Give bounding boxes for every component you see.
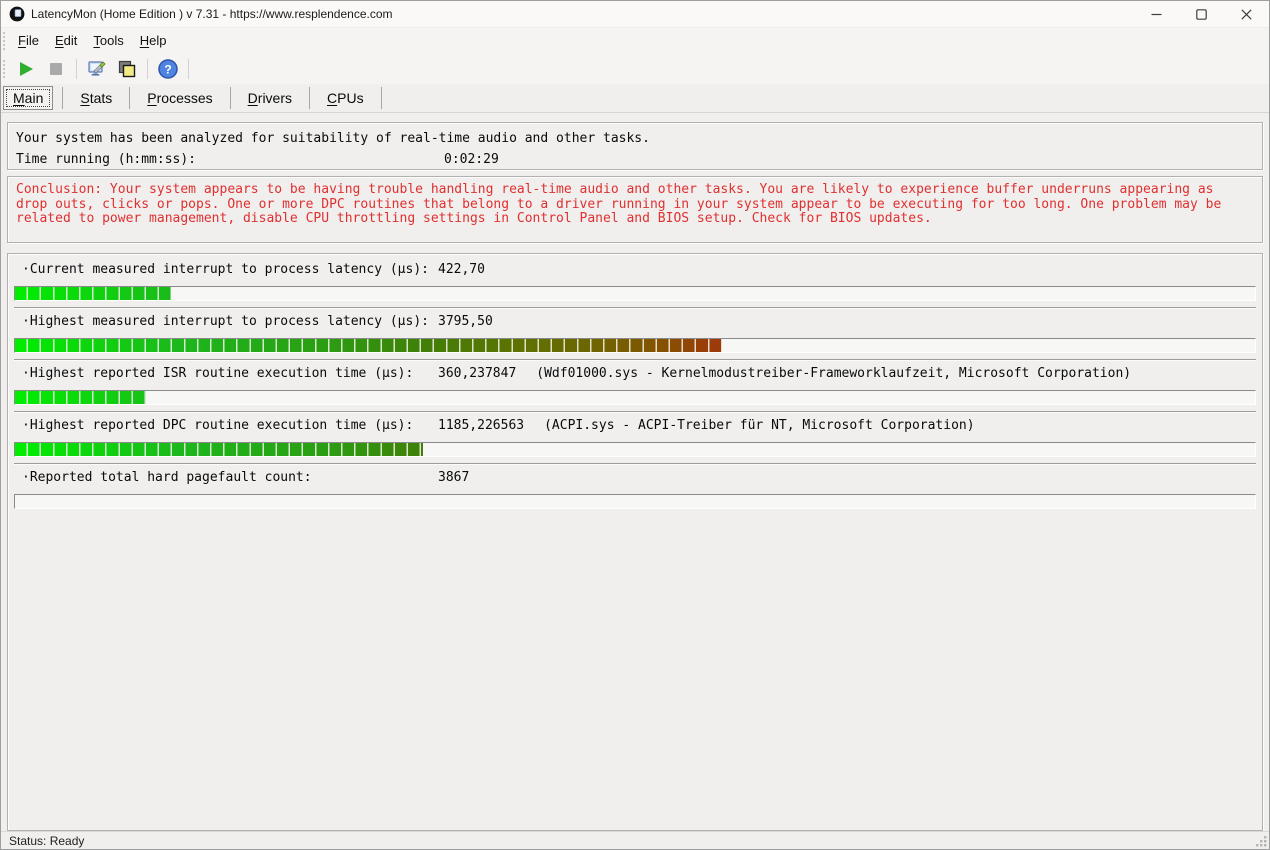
copy-report-button[interactable]: [114, 56, 140, 82]
tab-processes[interactable]: Processes: [135, 87, 224, 109]
tab-cpus[interactable]: CPUs: [315, 87, 376, 109]
meter-row-label: ·Highest reported DPC routine execution …: [14, 419, 1256, 433]
pagefault-count-bar: [14, 494, 1256, 509]
isr-time-value: 360,237847(Wdf01000.sys - Kernelmodustre…: [438, 367, 1131, 381]
menu-bar: File Edit Tools Help: [1, 27, 1269, 53]
title-bar: LatencyMon (Home Edition ) v 7.31 - http…: [1, 1, 1269, 27]
meter-row-label: ·Highest reported ISR routine execution …: [14, 367, 1256, 381]
highest-latency-bar: [14, 338, 1256, 353]
conclusion-text-line: Conclusion: Your system appears to be ha…: [16, 183, 1254, 198]
current-latency-label: ·Current measured interrupt to process l…: [22, 262, 429, 277]
options-icon: [86, 58, 108, 80]
highest-latency-value: 3795,50: [438, 315, 513, 329]
highest-latency-label: ·Highest measured interrupt to process l…: [22, 314, 429, 329]
toolbar: ?: [1, 53, 1269, 84]
meters-box: ·Current measured interrupt to process l…: [7, 253, 1263, 831]
app-icon: [9, 6, 25, 22]
analysis-info-box: Your system has been analyzed for suitab…: [7, 122, 1263, 170]
tab-separator: [230, 87, 231, 109]
play-icon: [20, 62, 33, 76]
current-latency-bar: [14, 286, 1256, 301]
stop-monitor-button[interactable]: [43, 56, 69, 82]
pagefault-count-value: 3867: [438, 471, 489, 485]
meter-row-label: ·Reported total hard pagefault count: 38…: [14, 471, 1256, 485]
minimize-button[interactable]: [1134, 1, 1179, 27]
meter-row-label: ·Highest measured interrupt to process l…: [14, 315, 1256, 329]
menu-help[interactable]: Help: [133, 30, 174, 51]
time-running-label: Time running (h:mm:ss):: [16, 152, 196, 167]
tab-separator: [62, 87, 63, 109]
maximize-icon: [1196, 9, 1207, 20]
help-icon: ?: [157, 58, 179, 80]
start-monitor-button[interactable]: [13, 56, 39, 82]
latencymon-window: LatencyMon (Home Edition ) v 7.31 - http…: [0, 0, 1270, 850]
copy-report-icon: [116, 58, 138, 80]
toolbar-separator: [147, 59, 148, 79]
row-divider: [14, 307, 1256, 309]
tab-drivers[interactable]: Drivers: [236, 87, 304, 109]
tab-separator: [381, 87, 382, 109]
maximize-button[interactable]: [1179, 1, 1224, 27]
row-divider: [14, 463, 1256, 465]
time-running-value: 0:02:29: [444, 149, 499, 170]
dpc-time-value: 1185,226563(ACPI.sys - ACPI-Treiber für …: [438, 419, 975, 433]
tab-separator: [129, 87, 130, 109]
conclusion-text-line: drop outs, clicks or pops. One or more D…: [16, 198, 1254, 213]
options-button[interactable]: [84, 56, 110, 82]
close-button[interactable]: [1224, 1, 1269, 27]
conclusion-text-line: related to power management, disable CPU…: [16, 212, 1254, 227]
dpc-time-bar: [14, 442, 1256, 457]
isr-time-label: ·Highest reported ISR routine execution …: [22, 366, 413, 381]
meter-row-label: ·Current measured interrupt to process l…: [14, 263, 1256, 277]
dpc-time-label: ·Highest reported DPC routine execution …: [22, 418, 413, 433]
row-divider: [14, 359, 1256, 361]
isr-time-bar: [14, 390, 1256, 405]
time-running-row: Time running (h:mm:ss): 0:02:29: [16, 149, 1254, 170]
status-text: Status: Ready: [9, 834, 84, 848]
stop-icon: [50, 63, 62, 75]
status-bar: Status: Ready: [1, 831, 1269, 849]
menu-file[interactable]: File: [11, 30, 46, 51]
menu-band-grip[interactable]: [3, 32, 7, 50]
tab-stats[interactable]: Stats: [68, 87, 124, 109]
menu-tools[interactable]: Tools: [86, 30, 130, 51]
tab-separator: [309, 87, 310, 109]
tab-bar: Main Stats Processes Drivers CPUs: [1, 84, 1269, 113]
toolbar-band-grip[interactable]: [3, 60, 7, 78]
menu-edit[interactable]: Edit: [48, 30, 84, 51]
minimize-icon: [1151, 9, 1162, 20]
pagefault-count-label: ·Reported total hard pagefault count:: [22, 470, 312, 485]
window-title: LatencyMon (Home Edition ) v 7.31 - http…: [31, 7, 393, 21]
help-button[interactable]: ?: [155, 56, 181, 82]
toolbar-separator: [188, 59, 189, 79]
row-divider: [14, 411, 1256, 413]
resize-grip-icon[interactable]: [1254, 834, 1268, 848]
tab-main[interactable]: Main: [3, 86, 53, 110]
toolbar-separator: [76, 59, 77, 79]
current-latency-value: 422,70: [438, 263, 505, 277]
conclusion-box: Conclusion: Your system appears to be ha…: [7, 176, 1263, 243]
close-icon: [1241, 9, 1252, 20]
svg-text:?: ?: [164, 62, 171, 76]
analysis-summary-text: Your system has been analyzed for suitab…: [16, 128, 1254, 149]
main-panel: Your system has been analyzed for suitab…: [1, 113, 1269, 831]
